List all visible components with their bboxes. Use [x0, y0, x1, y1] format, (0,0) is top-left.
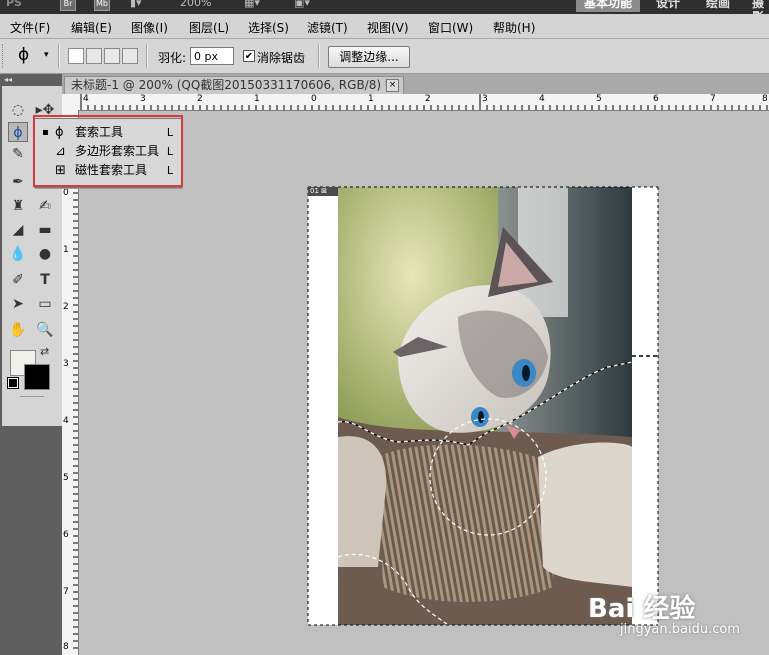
default-colors-icon[interactable]	[7, 377, 19, 389]
menu-edit[interactable]: 编辑(E)	[71, 19, 112, 36]
screen-mode-icon[interactable]: ▣▾	[294, 0, 310, 10]
toolbox-divider	[20, 396, 44, 397]
refine-edge-button[interactable]: 调整边缘...	[328, 46, 410, 68]
subtract-from-selection-icon[interactable]	[104, 48, 120, 64]
feather-label: 羽化:	[158, 51, 187, 65]
menu-window[interactable]: 窗口(W)	[428, 19, 473, 36]
shape-tool-icon[interactable]: ▭	[35, 294, 55, 314]
ruler-h-label: 3	[140, 94, 146, 104]
photoshop-logo: PS	[6, 0, 22, 9]
eraser-tool-icon[interactable]: ◢	[8, 220, 28, 240]
workspace-painting[interactable]: 绘画	[698, 0, 738, 12]
ruler-h-label: 8	[762, 94, 768, 104]
menu-view[interactable]: 视图(V)	[367, 19, 409, 36]
background-color-swatch[interactable]	[24, 364, 50, 390]
ruler-h-label: 0	[311, 94, 317, 104]
menu-select[interactable]: 选择(S)	[248, 19, 289, 36]
ruler-h-label: 2	[425, 94, 431, 104]
ruler-v-label: 5	[63, 473, 69, 483]
menu-bar: 文件(F) 编辑(E) 图像(I) 图层(L) 选择(S) 滤镜(T) 视图(V…	[0, 14, 769, 39]
ruler-h-label: 6	[653, 94, 659, 104]
ruler-h-label: 7	[710, 94, 716, 104]
pen-tool-icon[interactable]: ✐	[8, 270, 28, 290]
vertical-ruler[interactable]: 0 1 2 3 4 5 6 7 8	[62, 110, 79, 655]
application-bar: PS Br Mb ▮▾ 200% ▦▾ ▣▾ 基本功能 设计 绘画 摄影	[0, 0, 769, 14]
swap-colors-icon[interactable]: ⇄	[40, 345, 49, 358]
ruler-v-label: 8	[63, 642, 69, 652]
dodge-tool-icon[interactable]: ●	[35, 244, 55, 264]
toolbox-empty-area	[2, 426, 62, 655]
document-tab[interactable]: 未标题-1 @ 200% (QQ截图20150331170606, RGB/8)…	[64, 76, 404, 94]
menu-file[interactable]: 文件(F)	[10, 19, 50, 36]
selection-marquee	[307, 186, 660, 626]
ruler-h-label: 4	[539, 94, 545, 104]
options-grip[interactable]	[2, 44, 7, 68]
tool-preset-dropdown-icon[interactable]: ▾	[44, 50, 49, 60]
blur-tool-icon[interactable]: 💧	[8, 244, 28, 264]
ruler-v-label: 6	[63, 530, 69, 540]
zoom-level[interactable]: 200%	[180, 0, 211, 10]
ruler-h-label: 1	[368, 94, 374, 104]
mini-bridge-button[interactable]: Mb	[94, 0, 110, 11]
ruler-v-label: 3	[63, 359, 69, 369]
menu-help[interactable]: 帮助(H)	[493, 19, 535, 36]
path-selection-tool-icon[interactable]: ➤	[8, 294, 28, 314]
workspace-design[interactable]: 设计	[648, 0, 688, 12]
ruler-v-label: 1	[63, 245, 69, 255]
hand-tool-icon[interactable]: ✋	[8, 320, 28, 340]
options-divider	[146, 44, 148, 68]
feather-input[interactable]: 0 px	[190, 47, 234, 65]
view-extras-dropdown-icon[interactable]: ▮▾	[130, 0, 142, 10]
ruler-v-label: 7	[63, 587, 69, 597]
clone-stamp-tool-icon[interactable]: ♜	[8, 196, 28, 216]
intersect-selection-icon[interactable]	[122, 48, 138, 64]
ruler-v-label: 0	[63, 188, 69, 198]
ruler-v-label: 4	[63, 416, 69, 426]
marquee-tool-icon[interactable]: ◌	[8, 100, 28, 120]
layer-thumbnail-badge: 01 ⊠	[308, 187, 338, 196]
options-divider	[58, 44, 60, 68]
workspace-photography[interactable]: 摄影	[744, 0, 769, 14]
new-selection-icon[interactable]	[68, 48, 84, 64]
close-document-icon[interactable]: ×	[386, 79, 399, 92]
ruler-h-label: 2	[197, 94, 203, 104]
add-to-selection-icon[interactable]	[86, 48, 102, 64]
eyedropper-tool-icon[interactable]: ✒	[8, 172, 28, 192]
options-bar: ɸ ▾ 羽化: 0 px ✔ 消除锯齿 调整边缘...	[0, 39, 769, 74]
bridge-button[interactable]: Br	[60, 0, 76, 11]
horizontal-ruler[interactable]: 4 3 2 1 0 1 2 3 4 5 6 7 8	[62, 94, 769, 111]
ruler-h-label: 5	[596, 94, 602, 104]
toolbox-collapse-bar[interactable]: ◂◂	[0, 74, 62, 86]
gradient-tool-icon[interactable]: ▬	[35, 220, 55, 240]
lasso-tool-icon[interactable]: ɸ	[8, 122, 28, 142]
type-tool-icon[interactable]: T	[35, 270, 55, 290]
arrange-documents-icon[interactable]: ▦▾	[244, 0, 260, 10]
horizontal-ruler-ticks	[80, 94, 768, 110]
history-brush-tool-icon[interactable]: ✍	[35, 196, 55, 216]
menu-image[interactable]: 图像(I)	[131, 19, 168, 36]
options-divider	[318, 44, 320, 68]
baidu-watermark-url: jingyan.baidu.com	[620, 622, 740, 637]
ruler-h-label: 1	[254, 94, 260, 104]
ruler-h-label: 3	[482, 94, 488, 104]
baidu-watermark: Bai 经验	[588, 594, 696, 624]
lasso-preset-icon[interactable]: ɸ	[18, 45, 29, 65]
quick-selection-tool-icon[interactable]: ✎	[8, 144, 28, 164]
anti-alias-label: 消除锯齿	[257, 51, 306, 65]
zoom-tool-icon[interactable]: 🔍	[35, 320, 55, 340]
workspace-essentials[interactable]: 基本功能	[576, 0, 641, 12]
ruler-h-label: 4	[83, 94, 89, 104]
annotation-highlight-box	[33, 115, 183, 187]
menu-filter[interactable]: 滤镜(T)	[307, 19, 348, 36]
ruler-v-label: 2	[63, 302, 69, 312]
menu-layer[interactable]: 图层(L)	[189, 19, 229, 36]
anti-alias-checkbox[interactable]: ✔	[243, 50, 255, 62]
